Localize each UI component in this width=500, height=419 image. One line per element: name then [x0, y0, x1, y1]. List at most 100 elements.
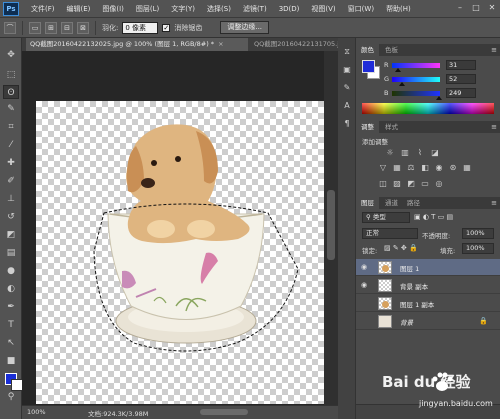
panel-foreground-swatch[interactable]	[362, 60, 375, 73]
layer-name[interactable]: 图层 1	[400, 263, 419, 273]
new-selection-icon[interactable]: ▭	[29, 21, 41, 34]
selective-color-icon[interactable]: ◎	[434, 179, 444, 189]
layer-name[interactable]: 背景	[400, 317, 413, 327]
green-value[interactable]: 52	[446, 74, 476, 84]
levels-icon[interactable]: ▥	[400, 148, 410, 158]
brush-tool-icon[interactable]: ✐	[3, 174, 19, 188]
layer-row[interactable]: 图层 1 副本	[356, 295, 500, 312]
healing-brush-tool-icon[interactable]: ✚	[3, 156, 19, 170]
panel-menu-icon[interactable]: ≡	[491, 121, 497, 133]
layer-name[interactable]: 背景 副本	[400, 281, 428, 291]
quick-select-tool-icon[interactable]: ✎	[3, 102, 19, 116]
add-selection-icon[interactable]: ⊞	[45, 21, 57, 34]
menu-image[interactable]: 图像(I)	[96, 4, 130, 14]
lasso-tool-icon[interactable]: ʘ	[3, 85, 19, 99]
posterize-icon[interactable]: ▨	[392, 179, 402, 189]
invert-icon[interactable]: ◫	[378, 179, 388, 189]
tab-paths[interactable]: 路径	[402, 197, 425, 209]
minimize-button[interactable]: –	[454, 2, 466, 14]
menu-file[interactable]: 文件(F)	[25, 4, 61, 14]
crop-tool-icon[interactable]: ⌗	[3, 120, 19, 134]
dodge-tool-icon[interactable]: ◐	[3, 282, 19, 296]
tab-layers[interactable]: 图层	[356, 197, 379, 209]
menu-layer[interactable]: 图层(L)	[130, 4, 165, 14]
menu-edit[interactable]: 编辑(E)	[61, 4, 97, 14]
paragraph-panel-icon[interactable]: ¶	[341, 118, 353, 130]
hue-saturation-icon[interactable]: ▦	[392, 163, 402, 173]
menu-3d[interactable]: 3D(D)	[273, 5, 306, 13]
maximize-button[interactable]: □	[470, 2, 482, 14]
layer-row[interactable]: 背景 🔒	[356, 313, 500, 330]
feather-input[interactable]: 0 像素	[122, 21, 159, 34]
opacity-field[interactable]: 100%	[462, 228, 494, 239]
zoom-tool-icon[interactable]: ⚲	[3, 390, 19, 404]
zoom-level[interactable]: 100%	[27, 408, 46, 416]
antialias-checkbox[interactable]: ✓	[162, 23, 171, 32]
tab-color[interactable]: 颜色	[356, 44, 379, 56]
document-tab-inactive[interactable]: QQ截图20160422131705.jpg	[250, 38, 350, 51]
history-panel-icon[interactable]: ⧖	[341, 46, 353, 58]
intersect-selection-icon[interactable]: ⊠	[77, 21, 89, 34]
eraser-tool-icon[interactable]: ◩	[3, 228, 19, 242]
brightness-icon[interactable]: ☼	[385, 148, 395, 158]
photo-filter-icon[interactable]: ◉	[434, 163, 444, 173]
menu-type[interactable]: 文字(Y)	[165, 4, 201, 14]
document-tab-active[interactable]: QQ截图20160422132025.jpg @ 100% (图层 1, RGB…	[26, 38, 248, 51]
green-slider-knob[interactable]	[399, 82, 405, 86]
visibility-eye-icon[interactable]: ◉	[361, 281, 369, 289]
blend-mode-select[interactable]: 正常	[362, 228, 418, 239]
visibility-toggle-hidden[interactable]	[361, 299, 369, 307]
menu-help[interactable]: 帮助(H)	[380, 4, 417, 14]
horizontal-scrollbar-thumb[interactable]	[200, 409, 248, 415]
blue-value[interactable]: 249	[446, 88, 476, 98]
document-size[interactable]: 文档:924.3K/3.98M	[88, 408, 148, 418]
tab-styles[interactable]: 样式	[380, 121, 403, 133]
eyedropper-tool-icon[interactable]: ⁄	[3, 138, 19, 152]
fill-field[interactable]: 100%	[462, 243, 494, 254]
gradient-map-icon[interactable]: ▭	[420, 179, 430, 189]
tab-swatches[interactable]: 色板	[380, 44, 403, 56]
subtract-selection-icon[interactable]: ⊟	[61, 21, 73, 34]
clone-stamp-tool-icon[interactable]: ⊥	[3, 192, 19, 206]
path-selection-tool-icon[interactable]: ↖	[3, 336, 19, 350]
black-white-icon[interactable]: ◧	[420, 163, 430, 173]
close-tab-icon[interactable]: ×	[218, 40, 223, 48]
blue-slider[interactable]	[392, 91, 440, 96]
close-button[interactable]: ✕	[486, 2, 498, 14]
rectangle-tool-icon[interactable]: ■	[3, 354, 19, 368]
red-slider-knob[interactable]	[395, 68, 401, 72]
visibility-eye-icon[interactable]: ◉	[361, 263, 369, 271]
color-balance-icon[interactable]: ⚖	[406, 163, 416, 173]
exposure-icon[interactable]: ◪	[430, 148, 440, 158]
refine-edge-button[interactable]: 调整边缘...	[220, 21, 270, 34]
threshold-icon[interactable]: ◩	[406, 179, 416, 189]
pen-tool-icon[interactable]: ✒	[3, 300, 19, 314]
gradient-tool-icon[interactable]: ▤	[3, 246, 19, 260]
tab-adjustments[interactable]: 调整	[356, 121, 379, 133]
panel-menu-icon[interactable]: ≡	[491, 44, 497, 56]
color-lookup-icon[interactable]: ▦	[462, 163, 472, 173]
layer-kind-filter[interactable]: ⚲ 类型	[362, 212, 410, 223]
menu-filter[interactable]: 滤镜(T)	[237, 4, 273, 14]
type-tool-icon[interactable]: T	[3, 318, 19, 332]
menu-window[interactable]: 窗口(W)	[342, 4, 380, 14]
red-value[interactable]: 31	[446, 60, 476, 70]
move-tool-icon[interactable]: ✥	[3, 48, 19, 62]
brush-panel-icon[interactable]: ✎	[341, 82, 353, 94]
vibrance-icon[interactable]: ▽	[378, 163, 388, 173]
marquee-tool-icon[interactable]: ⬚	[3, 68, 19, 82]
lock-icons[interactable]: ▨ ✎ ✥ 🔒	[384, 244, 418, 252]
layer-row[interactable]: ◉ 背景 副本	[356, 277, 500, 294]
panel-menu-icon[interactable]: ≡	[491, 197, 497, 209]
tab-channels[interactable]: 通道	[380, 197, 403, 209]
layer-row[interactable]: ◉ 图层 1	[356, 259, 500, 276]
blur-tool-icon[interactable]: ●	[3, 264, 19, 278]
channel-mixer-icon[interactable]: ⊛	[448, 163, 458, 173]
curves-icon[interactable]: ⌇	[415, 148, 425, 158]
vertical-scrollbar-thumb[interactable]	[327, 190, 335, 260]
blue-slider-knob[interactable]	[436, 96, 442, 100]
layer-name[interactable]: 图层 1 副本	[400, 299, 434, 309]
history-brush-tool-icon[interactable]: ↺	[3, 210, 19, 224]
properties-panel-icon[interactable]: ▣	[341, 64, 353, 76]
lasso-preset-icon[interactable]: ⌒	[4, 21, 16, 34]
